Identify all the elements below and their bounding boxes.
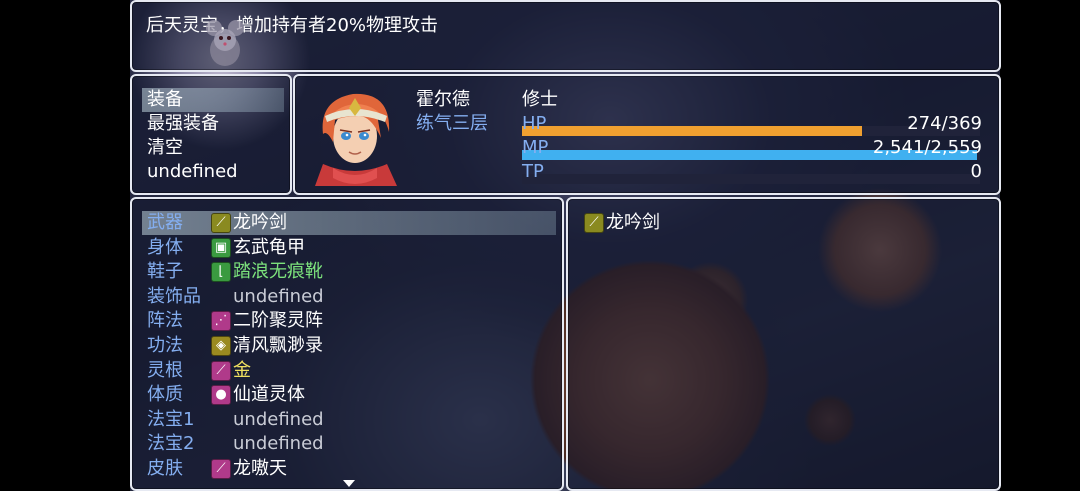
actor-class: 修士: [522, 89, 558, 110]
help-window: 后天灵宝，增加持有者20%物理攻击: [130, 0, 1001, 72]
equip-slot-row[interactable]: 法宝2 undefined: [142, 432, 556, 456]
sword-icon: ⟋: [584, 213, 604, 233]
slot-item-name: 踏浪无痕靴: [233, 261, 323, 283]
slot-item-name: undefined: [233, 408, 324, 430]
slot-item-name: 龙吟剑: [233, 212, 287, 233]
slot-name: 法宝1: [147, 408, 195, 430]
command-equip[interactable]: 装备: [142, 88, 284, 112]
scroll-icon: ◈: [211, 336, 231, 356]
mp-value: 2,541/2,559: [872, 137, 982, 158]
mp-label: MP: [522, 137, 549, 158]
command-optimize[interactable]: 最强装备: [142, 112, 284, 136]
slot-item-name: undefined: [233, 285, 324, 307]
hp-gauge: HP 274/369: [522, 112, 982, 136]
help-text: 后天灵宝，增加持有者20%物理攻击: [146, 15, 439, 36]
equip-slot-row[interactable]: 装饰品 undefined: [142, 285, 556, 309]
equip-slot-row[interactable]: 皮肤 ⟋ 龙嗷天: [142, 457, 556, 481]
slot-item-name: 玄武龟甲: [233, 236, 305, 258]
armor-icon: ▣: [211, 237, 231, 258]
equip-slot-row[interactable]: 鞋子 ⌊ 踏浪无痕靴: [142, 260, 556, 284]
item-name: 龙吟剑: [606, 212, 660, 233]
feather-icon: ⟋: [211, 459, 231, 479]
scroll-down-arrow-icon[interactable]: [343, 480, 355, 487]
slot-name: 体质: [147, 384, 183, 406]
mp-gauge: MP 2,541/2,559: [522, 136, 982, 160]
boots-icon: ⌊: [211, 262, 231, 283]
formation-icon: ⋰: [211, 311, 231, 332]
slot-name: 法宝2: [147, 433, 195, 455]
command-clear[interactable]: 清空: [142, 136, 284, 160]
equip-slot-row[interactable]: 体质 ● 仙道灵体: [142, 383, 556, 407]
slot-item-name: 仙道灵体: [233, 384, 305, 406]
slot-name: 皮肤: [147, 458, 183, 479]
equip-slot-row[interactable]: 阵法 ⋰ 二阶聚灵阵: [142, 309, 556, 333]
actor-face-portrait: [315, 93, 397, 186]
equip-slot-row[interactable]: 身体 ▣ 玄武龟甲: [142, 236, 556, 260]
slot-item-name: undefined: [233, 433, 324, 455]
slot-name: 身体: [147, 236, 183, 258]
command-undefined[interactable]: undefined: [142, 160, 284, 184]
slot-item-name: 龙嗷天: [233, 458, 287, 479]
equip-command-window: 装备 最强装备 清空 undefined: [130, 74, 292, 195]
actor-level: 练气三层: [416, 113, 488, 134]
equip-slot-row[interactable]: 灵根 ⟋ 金: [142, 359, 556, 383]
hp-value: 274/369: [907, 113, 982, 134]
slot-name: 武器: [147, 212, 183, 233]
item-list-row[interactable]: ⟋ 龙吟剑: [584, 211, 984, 235]
slot-name: 装饰品: [147, 285, 201, 307]
equip-slot-row[interactable]: 武器 ⟋ 龙吟剑: [142, 211, 556, 235]
equip-item-window: ⟋ 龙吟剑: [566, 197, 1001, 491]
root-icon: ⟋: [211, 360, 231, 381]
slot-name: 阵法: [147, 310, 183, 332]
slot-item-name: 清风飘渺录: [233, 335, 323, 356]
equip-slot-row[interactable]: 法宝1 undefined: [142, 408, 556, 432]
slot-name: 鞋子: [147, 261, 183, 283]
hp-label: HP: [522, 113, 547, 134]
actor-status-window: 霍尔德 练气三层 修士 HP 274/369 MP 2,541/2,559 TP…: [293, 74, 1001, 195]
actor-name: 霍尔德: [416, 89, 470, 110]
slot-name: 灵根: [147, 359, 183, 381]
slot-name: 功法: [147, 335, 183, 356]
orb-icon: ●: [211, 385, 231, 406]
equip-slot-window: 武器 ⟋ 龙吟剑 身体 ▣ 玄武龟甲 鞋子 ⌊ 踏浪无痕靴 装饰品 undefined 阵法 ⋰ 二阶聚灵…: [130, 197, 564, 491]
slot-item-name: 二阶聚灵阵: [233, 310, 323, 332]
sword-icon: ⟋: [211, 213, 231, 233]
tp-value: 0: [970, 161, 982, 182]
mouse-mascot-icon: [206, 20, 244, 66]
tp-label: TP: [522, 161, 544, 182]
equip-slot-row[interactable]: 功法 ◈ 清风飘渺录: [142, 334, 556, 358]
slot-item-name: 金: [233, 359, 251, 381]
tp-gauge: TP 0: [522, 160, 982, 184]
